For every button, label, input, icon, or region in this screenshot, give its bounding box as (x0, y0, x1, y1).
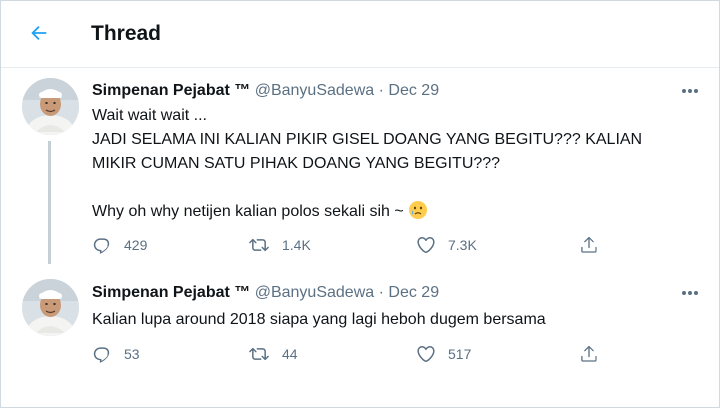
tweet-line-with-emoji: Why oh why netijen kalian polos sekali s… (92, 200, 692, 228)
tweet-header: Simpenan Pejabat ™ @BanyuSadewa · Dec 29 (92, 81, 439, 101)
page-title: Thread (91, 22, 162, 45)
like-button[interactable]: 517 (416, 342, 471, 366)
tweet-text: Wait wait wait ... JADI SELAMA INI KALIA… (92, 104, 692, 228)
tweet-date[interactable]: Dec 29 (388, 82, 439, 99)
tweet-actions: 429 1.4K 7.3K (92, 233, 612, 257)
more-dots-icon (682, 291, 698, 295)
back-button[interactable] (21, 15, 57, 51)
more-options-button[interactable] (678, 283, 702, 303)
like-count: 7.3K (448, 237, 477, 253)
share-icon (581, 345, 597, 362)
tweet-line-blank (92, 176, 692, 200)
tweet-line: JADI SELAMA INI KALIAN PIKIR GISEL DOANG… (92, 131, 643, 148)
tweet-line: Why oh why netijen kalian polos sekali s… (92, 203, 404, 220)
tweet-line: MIKIR CUMAN SATU PIHAK DOANG YANG BEGITU… (92, 155, 501, 172)
retweet-button[interactable]: 44 (248, 342, 298, 366)
tweet-text: Kalian lupa around 2018 siapa yang lagi … (92, 308, 692, 332)
tweet-line: Wait wait wait ... (92, 107, 207, 124)
avatar[interactable] (22, 78, 79, 135)
tweet-line: Kalian lupa around 2018 siapa yang lagi … (92, 311, 546, 328)
author-name[interactable]: Simpenan Pejabat ™ (92, 82, 250, 99)
retweet-count: 44 (282, 346, 298, 362)
thread-connector-line (48, 141, 51, 264)
like-button[interactable]: 7.3K (416, 233, 477, 257)
reply-count: 53 (124, 346, 140, 362)
thread-header: Thread (1, 1, 719, 68)
tweet[interactable]: Simpenan Pejabat ™ @BanyuSadewa · Dec 29… (1, 68, 719, 264)
more-options-button[interactable] (678, 81, 702, 101)
share-button[interactable] (579, 342, 599, 366)
more-dots-icon (682, 89, 698, 93)
retweet-count: 1.4K (282, 237, 311, 253)
tweet[interactable]: Simpenan Pejabat ™ @BanyuSadewa · Dec 29… (1, 264, 719, 407)
heart-icon (417, 346, 435, 362)
reply-count: 429 (124, 237, 148, 253)
author-handle[interactable]: @BanyuSadewa (255, 82, 374, 99)
arrow-left-icon (31, 25, 47, 41)
avatar[interactable] (22, 279, 79, 336)
retweet-button[interactable]: 1.4K (248, 233, 311, 257)
reply-button[interactable]: 429 (92, 233, 147, 257)
tweet-header: Simpenan Pejabat ™ @BanyuSadewa · Dec 29 (92, 283, 439, 303)
dot-separator: · (378, 284, 384, 301)
thread-page: Thread Simpenan Pejabat ™ @BanyuSadewa · (0, 0, 720, 408)
profile-photo (22, 279, 79, 336)
tweet-date[interactable]: Dec 29 (388, 284, 439, 301)
heart-icon (417, 237, 435, 253)
retweet-icon (249, 347, 269, 361)
reply-icon (93, 238, 110, 254)
author-handle[interactable]: @BanyuSadewa (255, 284, 374, 301)
profile-photo (22, 78, 79, 135)
share-icon (581, 236, 597, 253)
share-button[interactable] (579, 233, 599, 257)
crying-face-emoji (408, 200, 428, 228)
reply-button[interactable]: 53 (92, 342, 140, 366)
tweet-actions: 53 44 517 (92, 342, 612, 366)
reply-icon (93, 347, 110, 363)
author-name[interactable]: Simpenan Pejabat ™ (92, 284, 250, 301)
dot-separator: · (378, 82, 384, 99)
retweet-icon (249, 238, 269, 252)
like-count: 517 (448, 346, 472, 362)
